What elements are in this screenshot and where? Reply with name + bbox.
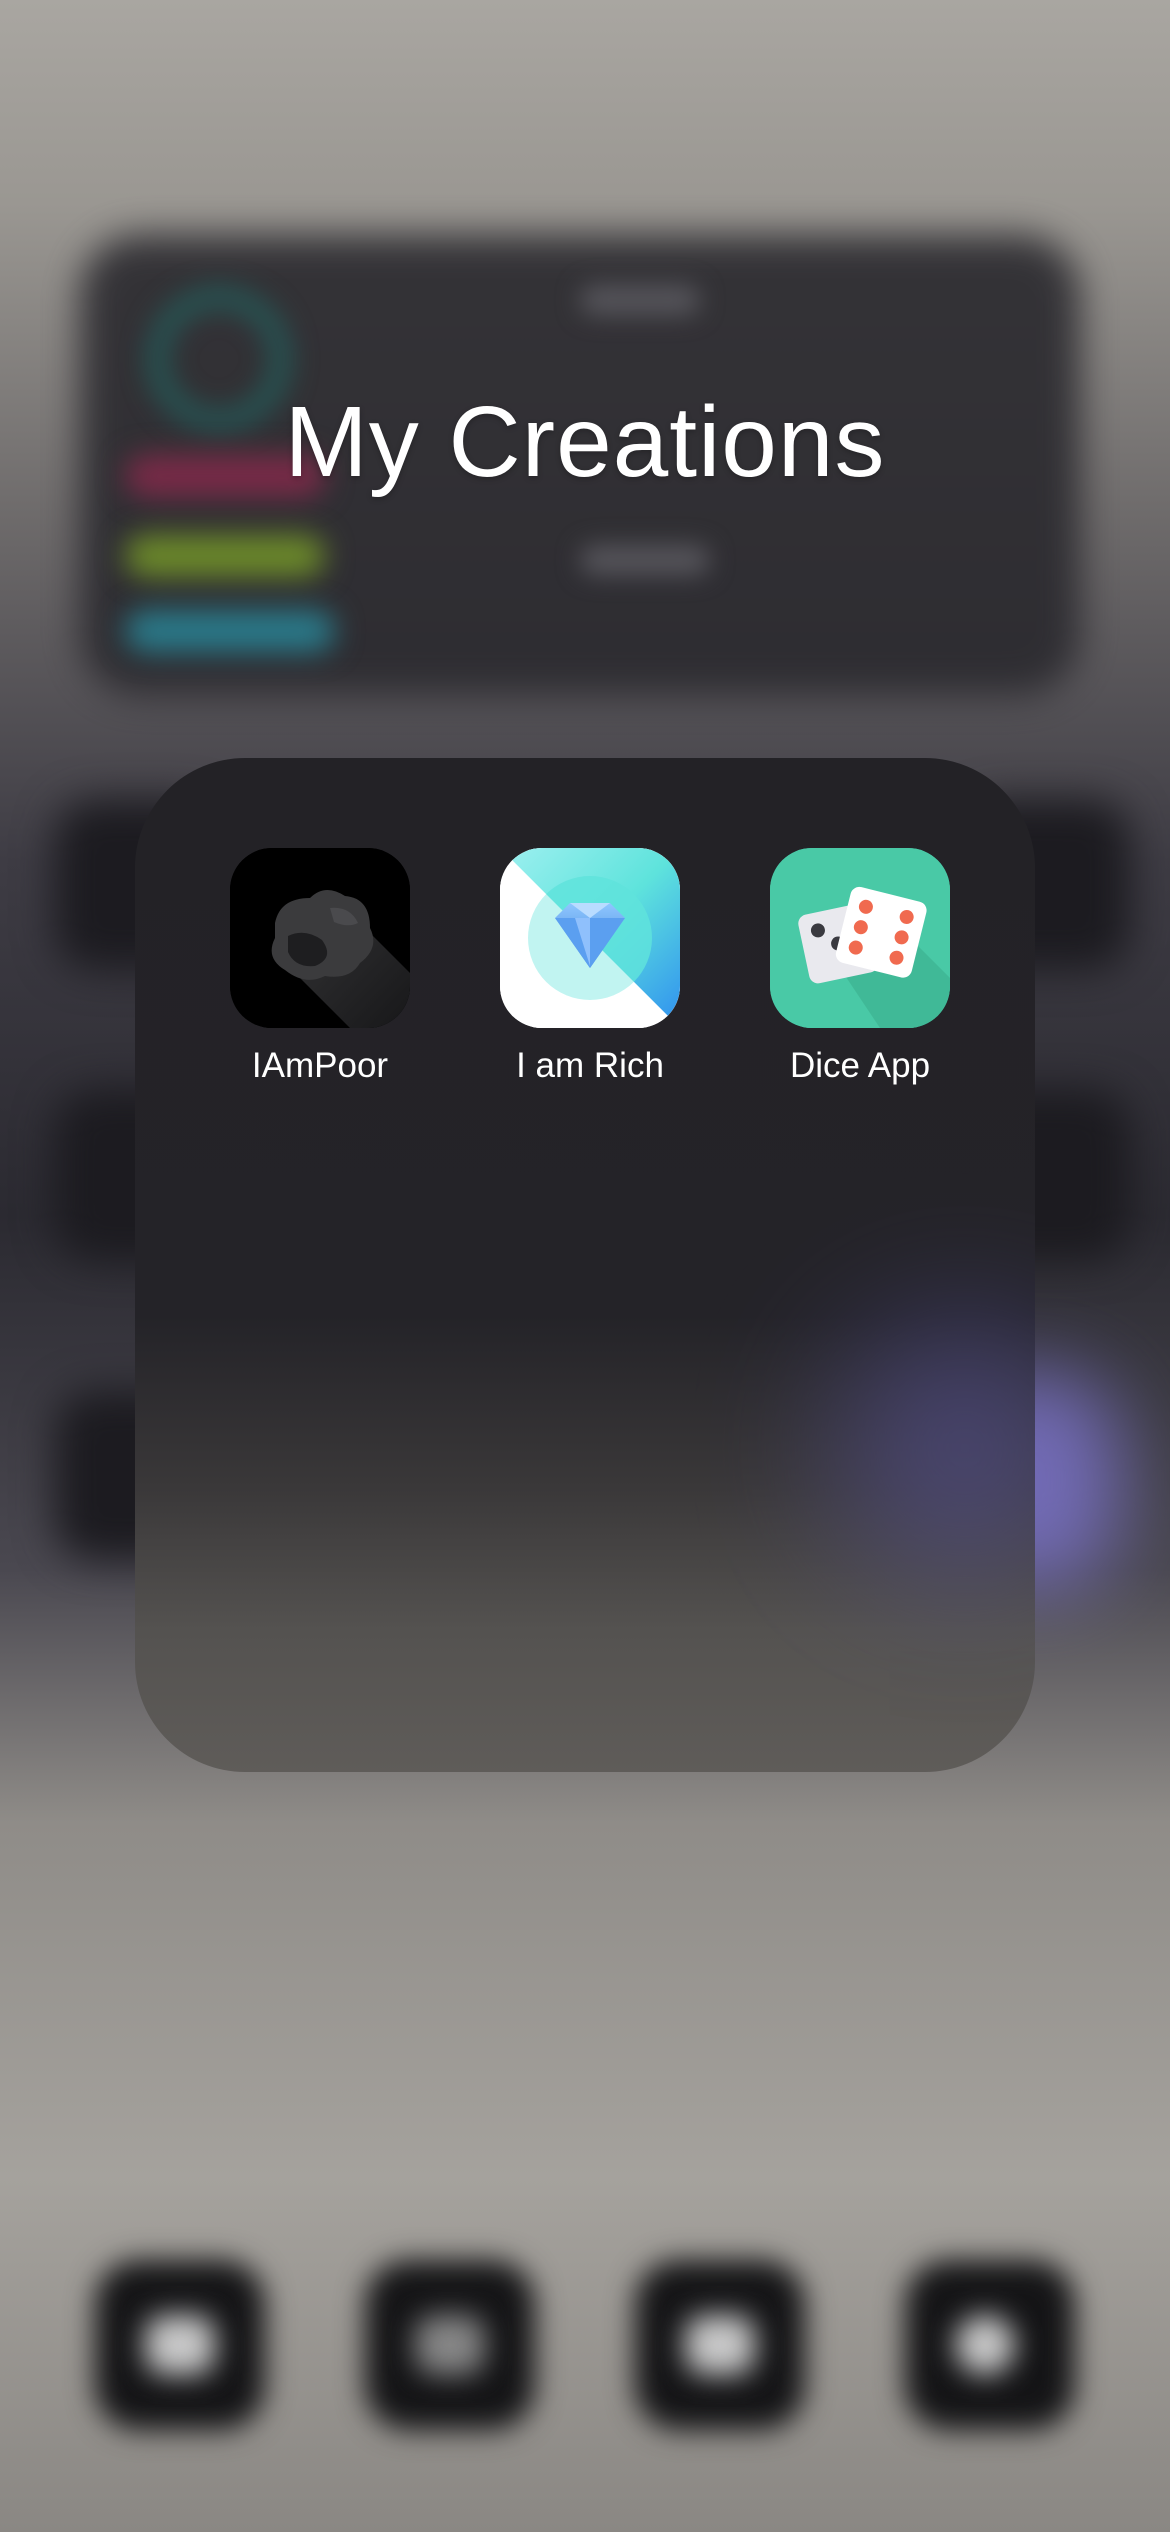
- app-i-am-rich[interactable]: I am Rich: [470, 848, 710, 1086]
- folder-panel: IAmPoor I am Rich Dice App: [135, 758, 1035, 1772]
- app-dice-app[interactable]: Dice App: [740, 848, 980, 1086]
- dock-glyph: [145, 2315, 215, 2375]
- blurred-text: [580, 545, 710, 575]
- home-screen: My Creations IAmPoor I am Rich Dice App: [0, 0, 1170, 2532]
- dice-icon[interactable]: [770, 848, 950, 1028]
- folder-title[interactable]: My Creations: [0, 385, 1170, 500]
- app-label: IAmPoor: [251, 1046, 389, 1085]
- diamond-icon[interactable]: [500, 848, 680, 1028]
- dock-glyph: [415, 2315, 485, 2375]
- blurred-bar: [125, 535, 325, 577]
- dock-glyph: [955, 2315, 1015, 2375]
- blurred-bar: [125, 610, 335, 652]
- coal-icon[interactable]: [230, 848, 410, 1028]
- blurred-text: [580, 285, 700, 315]
- app-label: I am Rich: [516, 1046, 664, 1085]
- app-label: Dice App: [789, 1046, 931, 1085]
- app-iampoor[interactable]: IAmPoor: [200, 848, 440, 1086]
- dock-glyph: [685, 2315, 755, 2375]
